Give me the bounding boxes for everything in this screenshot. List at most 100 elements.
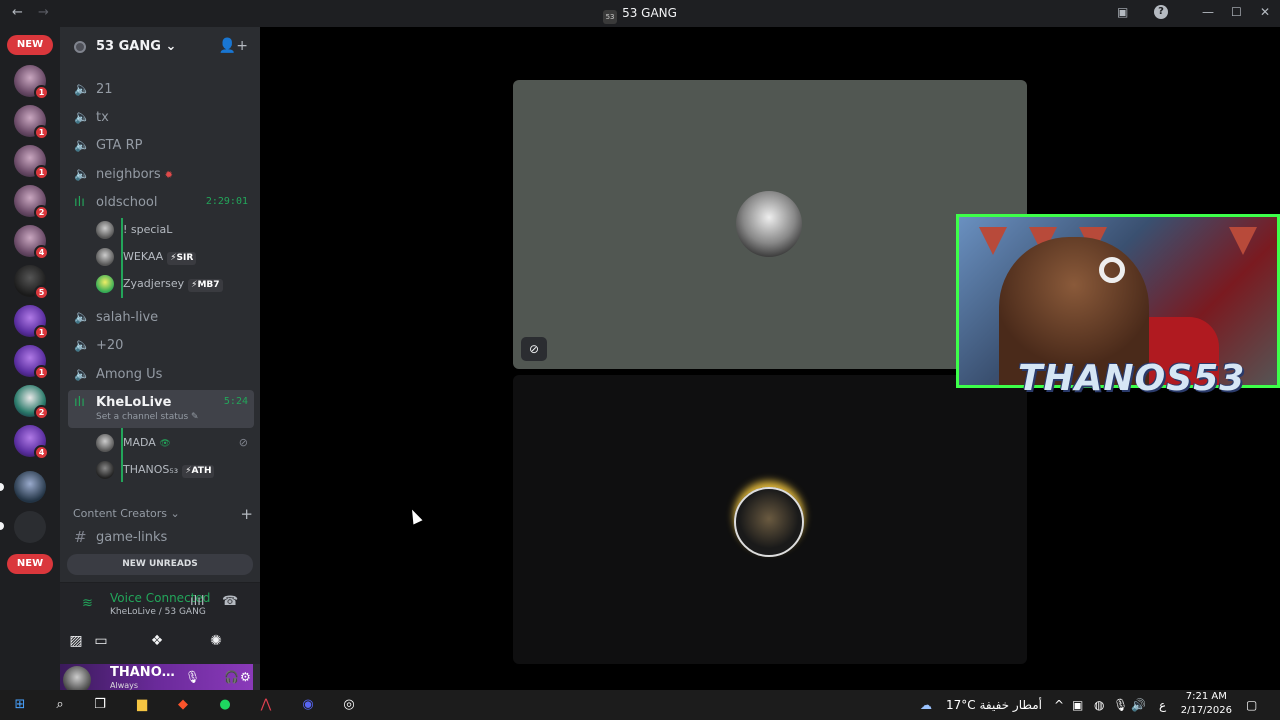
headphones-icon[interactable]: 🎧 [224, 670, 239, 684]
server-icon[interactable]: 4 [14, 225, 49, 260]
speaker-icon: 🔈 [74, 367, 91, 382]
volume-icon[interactable]: 🔊 [1131, 698, 1146, 712]
inbox-icon[interactable]: ▣ [1117, 5, 1128, 19]
voice-user-name: THANOS₅₃ ⚡ATH [123, 463, 215, 478]
channel-name: KheLoLive [96, 395, 172, 410]
help-icon[interactable]: ? [1154, 5, 1168, 19]
server-icon[interactable]: 1 [14, 305, 49, 340]
voice-channel[interactable]: 🔈 +20 [68, 333, 254, 359]
channel-name: +20 [96, 338, 124, 353]
server-icon[interactable]: 2 [14, 385, 49, 420]
screen-share-icon[interactable]: ▭ [82, 628, 120, 654]
mention-badge: 1 [34, 365, 49, 380]
voice-user[interactable]: ! speciaL [94, 218, 254, 242]
signal-icon[interactable]: ≋ [82, 596, 93, 611]
user-panel: THANO… Always 🎙 🎧 ⚙ [60, 664, 253, 694]
speaker-icon: 🔈 [74, 167, 91, 182]
maximize-button[interactable]: ☐ [1231, 5, 1242, 19]
settings-gear-icon[interactable]: ⚙ [240, 670, 251, 684]
discord-icon[interactable]: ◉ [298, 695, 318, 715]
voice-channel-oldschool[interactable]: ılı oldschool 2:29:01 [68, 190, 254, 216]
new-pill-top[interactable]: NEW [7, 35, 53, 55]
voice-user[interactable]: MADA 👁 ⊘ [94, 431, 254, 455]
spotify-icon[interactable]: ● [215, 695, 235, 715]
user-eye-icon: 👁 [159, 439, 171, 449]
window-title: 53 53 GANG [0, 6, 1280, 24]
language-indicator[interactable]: ع [1159, 698, 1166, 712]
participant-tile[interactable]: ⊘ [513, 80, 1027, 369]
unread-pip [0, 522, 4, 530]
server-badge-icon [74, 41, 86, 53]
tray-app-icon[interactable]: ◍ [1094, 698, 1104, 712]
voice-channel[interactable]: 🔈 neighbors ✹ [68, 162, 254, 188]
file-explorer-icon[interactable]: ▆ [132, 695, 152, 715]
channel-emoji-icon: ✹ [164, 170, 174, 181]
participant-tile[interactable] [513, 375, 1027, 664]
channel-status[interactable]: Set a channel status ✎ [96, 412, 199, 422]
close-button[interactable]: ✕ [1260, 5, 1270, 19]
voice-channel[interactable]: 🔈 tx [68, 105, 254, 131]
participant-avatar [736, 191, 802, 257]
text-channel[interactable]: # game-links [68, 525, 254, 551]
server-icon[interactable]: 2 [14, 185, 49, 220]
channel-name: GTA RP [96, 138, 143, 153]
participant-avatar [734, 487, 804, 557]
user-tag: ⚡ATH [182, 465, 215, 478]
tray-chevron-icon[interactable]: ^ [1054, 698, 1064, 712]
server-icon[interactable]: 1 [14, 65, 49, 100]
channel-name: Among Us [96, 367, 163, 382]
mic-tray-icon[interactable]: 🎙 [1113, 698, 1128, 712]
live-speaker-icon: ılı [74, 395, 85, 410]
webcam-logo: THANOS53 [1018, 358, 1246, 399]
app-icon[interactable]: ⋀ [256, 695, 276, 715]
soundboard-sparkle-icon[interactable]: ✺ [197, 628, 235, 654]
new-pill-bottom[interactable]: NEW [7, 554, 53, 574]
avatar [96, 248, 114, 266]
activities-icon[interactable]: ❖ [138, 628, 176, 654]
brave-icon[interactable]: ◆ [173, 695, 193, 715]
weather-text[interactable]: 17°C أمطار خفيفة [946, 698, 1042, 712]
avatar [96, 461, 114, 479]
minimize-button[interactable]: — [1202, 5, 1214, 19]
weather-cloud-icon[interactable]: ☁ [920, 698, 932, 712]
speaker-icon: 🔈 [74, 310, 91, 325]
microphone-icon[interactable]: 🎙 [185, 670, 200, 684]
user-tag: ⚡SIR [167, 252, 197, 265]
server-icon[interactable]: 1 [14, 105, 49, 140]
voice-channel[interactable]: 🔈 GTA RP [68, 133, 254, 159]
new-unreads-button[interactable]: NEW UNREADS [67, 554, 253, 575]
invite-icon[interactable]: 👤+ [219, 38, 248, 54]
username[interactable]: THANO… [110, 665, 175, 680]
voice-channel[interactable]: 🔈 salah-live [68, 305, 254, 331]
server-icon-logo[interactable] [14, 511, 46, 543]
server-icon[interactable]: 5 [14, 265, 49, 300]
channel-timer: 5:24 [223, 396, 248, 407]
server-header[interactable]: 53 GANG ⌄ 👤+ [60, 27, 260, 65]
server-icon[interactable]: 1 [14, 145, 49, 180]
voice-channel-khelolive[interactable]: ılı KheLoLive 5:24 Set a channel status ✎ [68, 390, 254, 428]
soundboard-icon[interactable]: ılıl [190, 594, 204, 609]
clock[interactable]: 7:21 AM 2/17/2026 [1181, 690, 1232, 718]
disconnect-icon[interactable]: ☎ [222, 594, 238, 609]
speaker-icon: 🔈 [74, 82, 91, 97]
voice-user[interactable]: WEKAA ⚡SIR [94, 245, 254, 269]
mention-badge: 2 [34, 205, 49, 220]
server-list: NEW 1 1 1 2 4 5 1 1 2 4 NEW [0, 27, 60, 690]
server-icon[interactable]: 4 [14, 425, 49, 460]
voice-user[interactable]: Zyadjersey ⚡MB7 [94, 272, 254, 296]
voice-connected-panel: ≋ Voice Connected KheLoLive / 53 GANG ıl… [60, 582, 260, 664]
search-icon[interactable]: ⌕ [50, 695, 70, 715]
task-view-icon[interactable]: ❐ [90, 695, 110, 715]
category-content-creators[interactable]: Content Creators ⌄ + [73, 505, 253, 523]
notifications-icon[interactable]: ▢ [1246, 698, 1257, 712]
server-icon-thanos[interactable] [14, 471, 46, 503]
voice-user[interactable]: THANOS₅₃ ⚡ATH [94, 458, 254, 482]
server-icon[interactable]: 1 [14, 345, 49, 380]
voice-channel[interactable]: 🔈 Among Us [68, 362, 254, 388]
obs-icon[interactable]: ◎ [339, 695, 359, 715]
mention-badge: 1 [34, 165, 49, 180]
windows-start-icon[interactable]: ⊞ [10, 695, 30, 715]
voice-channel[interactable]: 🔈 21 [68, 77, 254, 103]
tray-app-icon[interactable]: ▣ [1072, 698, 1083, 712]
add-channel-icon[interactable]: + [240, 505, 253, 523]
